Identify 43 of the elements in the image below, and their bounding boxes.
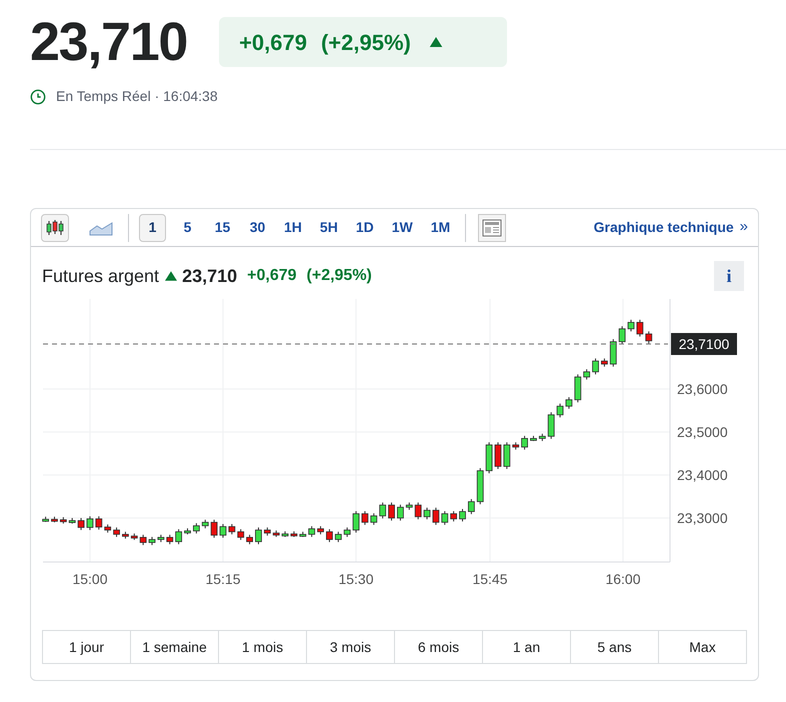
y-axis-label: 23,6000 [677, 381, 728, 397]
y-axis-label: 23,5000 [677, 424, 728, 440]
x-axis-label: 15:15 [205, 571, 241, 587]
x-axis-label: 15:30 [338, 571, 374, 587]
area-chart-icon [89, 220, 113, 236]
last-price-label: 23,7100 [671, 333, 737, 355]
x-axis-label: 15:45 [472, 571, 508, 587]
interval-tab[interactable]: 1 [139, 214, 166, 242]
technical-chart-link[interactable]: Graphique technique » [594, 216, 748, 239]
interval-tab[interactable]: 1W [386, 214, 418, 242]
clock-icon [30, 88, 46, 104]
interval-tab[interactable]: 15 [209, 214, 236, 242]
instrument-percent-change: (+2,95%) [306, 266, 372, 286]
interval-tab[interactable]: 30 [244, 214, 271, 242]
x-axis-label: 16:00 [605, 571, 641, 587]
range-button[interactable]: 1 mois [218, 631, 306, 663]
price: 23,710 [30, 12, 188, 72]
interval-tab[interactable]: 1M [426, 214, 456, 242]
interval-tab[interactable]: 1H [279, 214, 307, 242]
x-axis-label: 15:00 [72, 571, 108, 587]
realtime-status: En Temps Réel · 16:04:38 [56, 87, 218, 106]
newspaper-icon [482, 218, 502, 236]
range-button[interactable]: 5 ans [570, 631, 658, 663]
candlestick-chart-button[interactable] [41, 214, 69, 242]
instrument-change: +0,679 [247, 266, 297, 286]
percent-change: (+2,95%) [320, 28, 411, 57]
range-button[interactable]: 1 jour [43, 631, 130, 663]
y-axis-label: 23,4000 [677, 467, 728, 483]
price-change: +0,679 [239, 28, 307, 56]
range-button[interactable]: Max [658, 631, 746, 663]
range-button[interactable]: 1 an [482, 631, 570, 663]
candlestick-icon [45, 218, 65, 238]
interval-tab[interactable]: 1D [350, 214, 379, 242]
instrument-name: Futures argent [42, 264, 160, 288]
info-button[interactable]: i [714, 261, 744, 291]
range-button[interactable]: 6 mois [394, 631, 482, 663]
instrument-price: 23,710 [182, 264, 238, 288]
interval-tab[interactable]: 5H [314, 214, 343, 242]
news-layout-button[interactable] [478, 214, 506, 242]
interval-tab[interactable]: 5 [174, 214, 201, 242]
y-axis-label: 23,3000 [677, 510, 728, 526]
range-button[interactable]: 3 mois [306, 631, 394, 663]
range-button[interactable]: 1 semaine [130, 631, 218, 663]
